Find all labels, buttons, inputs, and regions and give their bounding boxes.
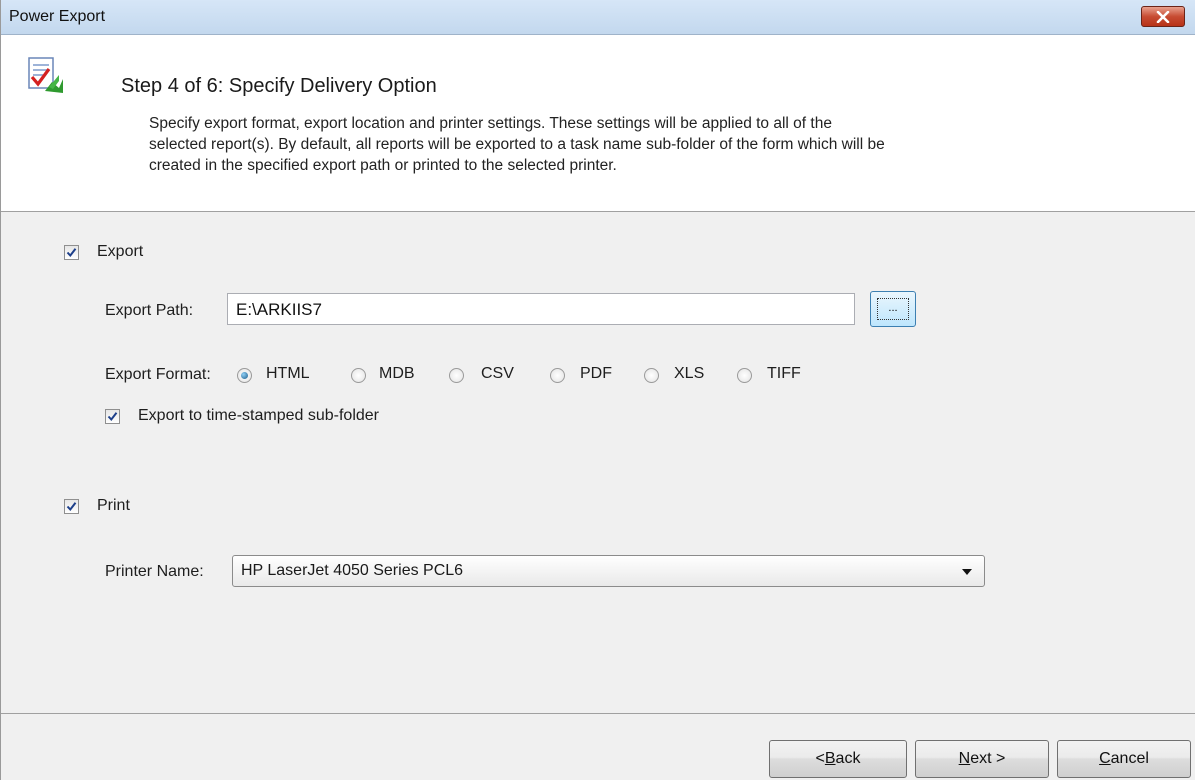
close-icon bbox=[1156, 10, 1170, 23]
checkmark-icon bbox=[107, 412, 118, 422]
export-format-label: Export Format: bbox=[105, 366, 211, 383]
window-title: Power Export bbox=[9, 8, 106, 25]
print-checkbox[interactable] bbox=[64, 499, 79, 514]
checkmark-icon bbox=[66, 502, 77, 512]
description-line: created in the specified export path or … bbox=[149, 157, 617, 174]
format-radio-xls[interactable] bbox=[644, 368, 659, 383]
format-radio-csv[interactable] bbox=[449, 368, 464, 383]
report-check-icon bbox=[28, 57, 63, 93]
browse-button[interactable]: ... bbox=[870, 291, 916, 327]
printer-select[interactable]: HP LaserJet 4050 Series PCL6 bbox=[232, 555, 985, 587]
format-radio-tiff[interactable] bbox=[737, 368, 752, 383]
timestamp-subfolder-label: Export to time-stamped sub-folder bbox=[138, 407, 379, 424]
step-title: Step 4 of 6: Specify Delivery Option bbox=[121, 75, 437, 97]
close-button[interactable] bbox=[1141, 6, 1185, 27]
next-button-label: Next > bbox=[958, 750, 1006, 767]
format-label-xls: XLS bbox=[674, 365, 705, 382]
printer-name-label: Printer Name: bbox=[105, 563, 204, 580]
back-button[interactable]: <Back bbox=[769, 740, 907, 778]
power-export-dialog: Power Export Step 4 of 6: Specify Delive… bbox=[0, 0, 1195, 780]
format-radio-html[interactable] bbox=[237, 368, 252, 383]
format-label-tiff: TIFF bbox=[767, 365, 801, 382]
description-line: selected report(s). By default, all repo… bbox=[149, 136, 885, 153]
format-label-html: HTML bbox=[266, 365, 310, 382]
wizard-header: Step 4 of 6: Specify Delivery Option Spe… bbox=[1, 35, 1195, 212]
export-path-input[interactable]: E:\ARKIIS7 bbox=[227, 293, 855, 325]
step-description: Specify export format, export location a… bbox=[149, 113, 1069, 176]
cancel-button-label: Cancel bbox=[1099, 750, 1149, 767]
format-label-pdf: PDF bbox=[580, 365, 612, 382]
back-button-label: <Back bbox=[815, 750, 861, 767]
cancel-button[interactable]: Cancel bbox=[1057, 740, 1191, 778]
export-label: Export bbox=[97, 243, 144, 260]
timestamp-subfolder-checkbox[interactable] bbox=[105, 409, 120, 424]
export-checkbox[interactable] bbox=[64, 245, 79, 260]
format-label-mdb: MDB bbox=[379, 365, 415, 382]
print-label: Print bbox=[97, 497, 130, 514]
chevron-down-icon bbox=[962, 569, 972, 575]
export-path-label: Export Path: bbox=[105, 302, 194, 319]
checkmark-icon bbox=[66, 248, 77, 258]
format-label-csv: CSV bbox=[481, 365, 514, 382]
title-bar: Power Export bbox=[1, 0, 1195, 35]
browse-button-label: ... bbox=[877, 298, 909, 320]
format-radio-mdb[interactable] bbox=[351, 368, 366, 383]
description-line: Specify export format, export location a… bbox=[149, 115, 832, 132]
printer-select-value: HP LaserJet 4050 Series PCL6 bbox=[241, 562, 464, 579]
format-radio-pdf[interactable] bbox=[550, 368, 565, 383]
footer-divider bbox=[1, 713, 1195, 714]
next-button[interactable]: Next > bbox=[915, 740, 1049, 778]
